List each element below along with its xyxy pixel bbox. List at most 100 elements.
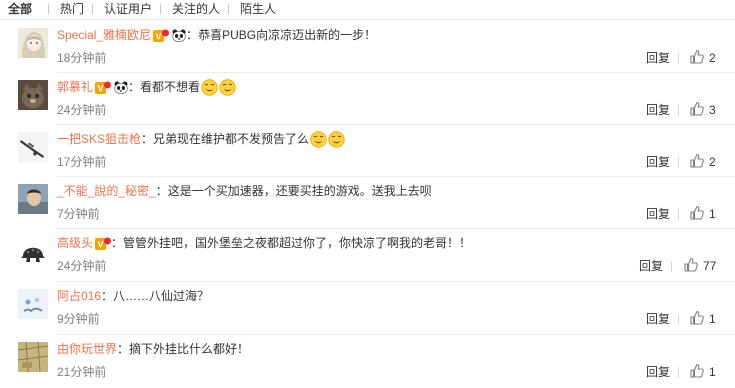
- comment-time: 7分钟前: [57, 207, 100, 221]
- comment-filter-tabs: 全部 热门 认证用户 关注的人 陌生人: [0, 0, 735, 20]
- smile-emoji-icon: [219, 79, 236, 97]
- comment-username[interactable]: 郭慕礼: [57, 80, 93, 94]
- reply-button[interactable]: 回复: [646, 155, 670, 169]
- comment-colon: ：: [111, 236, 124, 250]
- comment-content: Special_雅楠欧尼 V ：恭喜PUBG向凉凉迈出新的一步！: [57, 27, 376, 43]
- comment-divider: [57, 334, 735, 335]
- reply-button[interactable]: 回复: [646, 103, 670, 117]
- comment-time: 21分钟前: [57, 365, 107, 379]
- rifle-avatar[interactable]: [18, 132, 48, 162]
- tab-all[interactable]: 全部: [8, 2, 32, 16]
- comment-content: 郭慕礼 V ：看都不想看: [57, 79, 236, 97]
- thumbs-up-icon[interactable]: [690, 49, 704, 64]
- tab-following[interactable]: 关注的人: [172, 2, 220, 16]
- cat-avatar[interactable]: [18, 80, 48, 110]
- comment-item: 高级头 V ：管管外挂吧，国外堡垒之夜都超过你了，你快凉了啊我的老哥！！ 24分钟前 回…: [0, 228, 735, 280]
- action-separator: [678, 105, 679, 116]
- reply-button[interactable]: 回复: [639, 259, 663, 273]
- comment-item: 郭慕礼 V ：看都不想看 24分钟前 回复 3: [0, 72, 735, 124]
- comment-content: 高级头 V ：管管外挂吧，国外堡垒之夜都超过你了，你快凉了啊我的老哥！！: [57, 235, 471, 251]
- like-count: 2: [709, 51, 716, 65]
- comment-time: 9分钟前: [57, 312, 100, 326]
- comment-colon: ：: [186, 28, 199, 42]
- action-separator: [678, 53, 679, 64]
- vip-badge-icon: V: [153, 29, 170, 43]
- panda-icon: [114, 81, 128, 95]
- comment-text: 管管外挂吧，国外堡垒之夜都超过你了，你快凉了啊我的老哥！！: [123, 236, 472, 250]
- comment-time: 18分钟前: [57, 51, 107, 65]
- thumbs-up-icon[interactable]: [690, 363, 704, 378]
- action-separator: [678, 367, 679, 378]
- comment-colon: ：: [117, 342, 130, 356]
- person-avatar[interactable]: [18, 184, 48, 214]
- like-count: 1: [709, 207, 716, 221]
- reply-button[interactable]: 回复: [646, 207, 670, 221]
- comment-divider: [57, 281, 735, 282]
- comment-divider: [57, 124, 735, 125]
- smile-emoji-icon: [328, 131, 345, 149]
- comment-username[interactable]: Special_雅楠欧尼: [57, 28, 151, 42]
- tab-strangers[interactable]: 陌生人: [240, 2, 276, 16]
- tab-separator: [228, 4, 229, 14]
- like-count: 77: [703, 259, 717, 273]
- map-avatar[interactable]: [18, 342, 48, 372]
- comment-text: 摘下外挂比什么都好！: [129, 342, 250, 356]
- smile-emoji-icon: [201, 79, 218, 97]
- action-separator: [678, 209, 679, 220]
- comment-time: 17分钟前: [57, 155, 107, 169]
- tab-separator: [92, 4, 93, 14]
- anime-girl-avatar[interactable]: [18, 28, 48, 58]
- panda-icon: [172, 29, 186, 43]
- comment-text: 这是一个买加速器，还要买挂的游戏。送我上去呗: [167, 184, 432, 198]
- comment-item: 一把SKS狙击枪：兄弟现在维护都不发预告了么 17分钟前 回复 2: [0, 124, 735, 176]
- tab-verified-users[interactable]: 认证用户: [104, 2, 152, 16]
- comment-item: Special_雅楠欧尼 V ：恭喜PUBG向凉凉迈出新的一步！ 18分钟前 回复 2: [0, 20, 735, 72]
- comment-text: 看都不想看: [140, 80, 201, 94]
- helmet-avatar[interactable]: [18, 236, 48, 266]
- comment-username[interactable]: 由你玩世界: [57, 342, 117, 356]
- comment-colon: ：: [101, 289, 114, 303]
- comment-colon: ：: [141, 132, 154, 146]
- comment-divider: [57, 176, 735, 177]
- like-count: 1: [709, 365, 716, 379]
- reply-button[interactable]: 回复: [646, 312, 670, 326]
- comment-divider: [57, 228, 735, 229]
- comment-content: _不能_說的_秘密_：这是一个买加速器，还要买挂的游戏。送我上去呗: [57, 183, 432, 199]
- tab-separator: [48, 4, 49, 14]
- tab-separator: [160, 4, 161, 14]
- action-separator: [671, 261, 672, 272]
- comment-colon: ：: [155, 184, 168, 198]
- comment-username[interactable]: 高级头: [57, 236, 93, 250]
- comment-item: 阿占016：八……八仙过海？ 9分钟前 回复 1: [0, 281, 735, 333]
- default-avatar[interactable]: [18, 289, 48, 319]
- like-count: 3: [709, 103, 716, 117]
- comment-username[interactable]: _不能_說的_秘密_: [57, 184, 156, 198]
- action-separator: [678, 157, 679, 168]
- comment-text: 八……八仙过海？: [113, 289, 210, 303]
- reply-button[interactable]: 回复: [646, 365, 670, 379]
- vip-badge-icon: V: [95, 81, 112, 95]
- thumbs-up-icon[interactable]: [684, 257, 698, 272]
- thumbs-up-icon[interactable]: [690, 101, 704, 116]
- thumbs-up-icon[interactable]: [690, 153, 704, 168]
- smile-emoji-icon: [310, 131, 327, 149]
- comment-item: _不能_說的_秘密_：这是一个买加速器，还要买挂的游戏。送我上去呗 7分钟前 回复 1: [0, 176, 735, 228]
- reply-button[interactable]: 回复: [646, 51, 670, 65]
- comment-time: 24分钟前: [57, 259, 107, 273]
- svg-text:V: V: [156, 31, 162, 41]
- comment-content: 阿占016：八……八仙过海？: [57, 288, 209, 304]
- comment-time: 24分钟前: [57, 103, 107, 117]
- comment-username[interactable]: 一把SKS狙击枪: [57, 132, 141, 146]
- thumbs-up-icon[interactable]: [690, 310, 704, 325]
- comment-username[interactable]: 阿占016: [57, 289, 101, 303]
- like-count: 1: [709, 312, 716, 326]
- svg-text:V: V: [98, 83, 104, 93]
- comment-text: 恭喜PUBG向凉凉迈出新的一步！: [198, 28, 377, 42]
- svg-text:V: V: [98, 239, 104, 249]
- comment-content: 由你玩世界：摘下外挂比什么都好！: [57, 341, 249, 357]
- comment-content: 一把SKS狙击枪：兄弟现在维护都不发预告了么: [57, 131, 345, 149]
- action-separator: [678, 314, 679, 325]
- thumbs-up-icon[interactable]: [690, 205, 704, 220]
- tab-hot[interactable]: 热门: [60, 2, 84, 16]
- comment-colon: ：: [128, 80, 141, 94]
